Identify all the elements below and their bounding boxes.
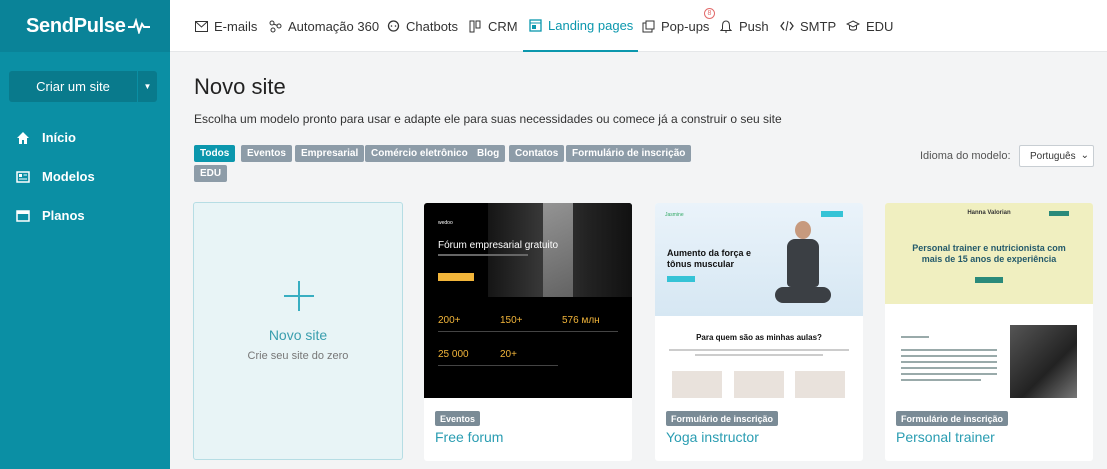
tab-label: Landing pages	[548, 17, 634, 33]
sidebar-item-label: Início	[42, 130, 76, 145]
top-navigation: E-mails Automação 360 Chatbots CRM Landi…	[170, 0, 1107, 52]
automation-icon	[268, 19, 282, 33]
template-name[interactable]: Yoga instructor	[666, 429, 759, 445]
template-tag: Formulário de inscrição	[666, 411, 779, 426]
crm-icon	[468, 19, 482, 33]
tab-popups[interactable]: Pop-ups 8	[641, 0, 715, 52]
bell-icon	[719, 19, 733, 33]
thumb-stat: 576 млн	[562, 315, 600, 326]
chat-icon	[386, 19, 400, 33]
language-label: Idioma do modelo:	[920, 150, 1011, 162]
sidebar-item-label: Modelos	[42, 169, 95, 184]
sidebar-item-modelos[interactable]: Modelos	[0, 157, 170, 196]
graduation-cap-icon	[846, 19, 860, 33]
mail-icon	[194, 19, 208, 33]
new-site-card[interactable]: Novo site Crie seu site do zero	[193, 202, 403, 460]
tab-label: SMTP	[800, 18, 837, 34]
thumb-stat: 200+	[438, 315, 461, 326]
tab-edu[interactable]: EDU	[846, 0, 893, 52]
new-site-subtitle: Crie seu site do zero	[247, 350, 349, 362]
sidebar-item-label: Planos	[42, 208, 85, 223]
thumb-headline: Personal trainer e nutricionista com mai…	[912, 243, 1066, 264]
thumbnail-person	[773, 215, 833, 307]
template-name[interactable]: Personal trainer	[896, 429, 995, 445]
thumb-brand: wedoo	[438, 220, 453, 226]
new-site-title: Novo site	[268, 327, 328, 343]
thumbnail-hero: Hanna Valorian Personal trainer e nutric…	[885, 203, 1093, 304]
language-value: Português	[1030, 150, 1076, 162]
create-site-button[interactable]: Criar um site ▼	[9, 71, 157, 102]
tab-label: Push	[739, 18, 769, 34]
thumb-stat: 150+	[500, 315, 523, 326]
template-thumbnail: wedoo Fórum empresarial gratuito 200+ 15…	[424, 203, 632, 398]
logo-text: SendPulse	[26, 14, 126, 37]
language-select[interactable]: Português ⌄	[1019, 145, 1094, 167]
thumb-section-title: Para quem são as minhas aulas?	[696, 333, 822, 342]
filter-chip-todos[interactable]: Todos	[194, 145, 236, 162]
filter-chip-comercio[interactable]: Comércio eletrônico	[365, 145, 474, 162]
page-subtitle: Escolha um modelo pronto para usar e ada…	[194, 112, 782, 126]
thumb-headline: Fórum empresarial gratuito	[438, 240, 559, 251]
plans-icon	[16, 209, 30, 223]
filter-chip-blog[interactable]: Blog	[471, 145, 506, 162]
thumb-stat: 25 000	[438, 349, 469, 360]
tab-label: EDU	[866, 18, 894, 34]
thumb-stat: 20+	[500, 349, 517, 360]
filter-chip-empresarial[interactable]: Empresarial	[295, 145, 365, 162]
filter-chip-formulario[interactable]: Formulário de inscrição	[566, 145, 692, 162]
template-card-personal-trainer[interactable]: Hanna Valorian Personal trainer e nutric…	[885, 203, 1093, 461]
page-title: Novo site	[194, 74, 286, 99]
code-icon	[780, 19, 794, 33]
thumb-headline: Aumento da força e tônus muscular	[667, 248, 752, 269]
tab-label: Automação 360	[288, 18, 380, 34]
template-tag: Eventos	[435, 411, 481, 426]
tab-label: E-mails	[214, 18, 258, 34]
tab-landing-pages[interactable]: Landing pages	[523, 0, 639, 52]
template-thumbnail: Hanna Valorian Personal trainer e nutric…	[885, 203, 1093, 398]
tab-automation[interactable]: Automação 360	[268, 0, 379, 52]
landing-icon	[528, 18, 542, 32]
sidebar-item-planos[interactable]: Planos	[0, 196, 170, 235]
filter-chip-contatos[interactable]: Contatos	[509, 145, 565, 162]
filter-chip-edu[interactable]: EDU	[194, 165, 228, 182]
tab-chatbots[interactable]: Chatbots	[386, 0, 458, 52]
popups-notification-badge: 8	[704, 8, 715, 19]
template-card-free-forum[interactable]: wedoo Fórum empresarial gratuito 200+ 15…	[424, 203, 632, 461]
popup-icon	[641, 19, 655, 33]
template-name[interactable]: Free forum	[435, 429, 503, 445]
chevron-down-icon: ⌄	[1080, 150, 1089, 161]
create-site-dropdown-caret-icon[interactable]: ▼	[137, 71, 157, 102]
tab-push[interactable]: Push	[719, 0, 769, 52]
templates-icon	[16, 170, 30, 184]
template-tag: Formulário de inscrição	[896, 411, 1009, 426]
sidebar-item-inicio[interactable]: Início	[0, 118, 170, 157]
sidebar: SendPulse Criar um site ▼ Início Modelos…	[0, 0, 170, 469]
template-thumbnail: Jasmine Aumento da força e tônus muscula…	[655, 203, 863, 398]
filter-chip-eventos[interactable]: Eventos	[241, 145, 292, 162]
sidebar-nav: Início Modelos Planos	[0, 118, 170, 235]
thumbnail-photo	[1010, 325, 1077, 398]
template-card-yoga-instructor[interactable]: Jasmine Aumento da força e tônus muscula…	[655, 203, 863, 461]
tab-label: Pop-ups	[661, 18, 710, 34]
pulse-logo-icon	[127, 18, 150, 34]
tab-crm[interactable]: CRM	[468, 0, 518, 52]
tab-smtp[interactable]: SMTP	[780, 0, 836, 52]
thumb-brand: Jasmine	[665, 212, 684, 218]
create-site-label[interactable]: Criar um site	[9, 71, 137, 102]
tab-label: Chatbots	[406, 18, 459, 34]
tab-emails[interactable]: E-mails	[194, 0, 257, 52]
thumbnail-hero: Jasmine Aumento da força e tônus muscula…	[655, 203, 863, 316]
plus-icon	[284, 281, 314, 311]
tab-label: CRM	[488, 18, 518, 34]
home-icon	[16, 131, 30, 145]
logo[interactable]: SendPulse	[0, 0, 170, 52]
